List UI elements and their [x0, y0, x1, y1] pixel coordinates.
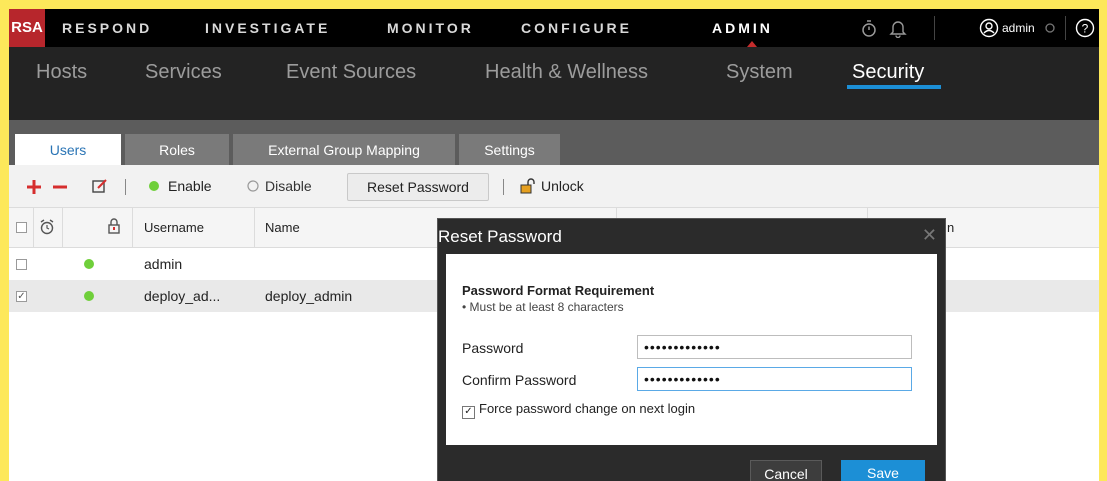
- column-divider: [33, 208, 34, 247]
- bell-icon[interactable]: [889, 18, 907, 38]
- users-toolbar: Enable Disable Reset Password Unlock: [9, 165, 1099, 207]
- select-all-checkbox[interactable]: [16, 222, 27, 233]
- unlock-icon: [520, 178, 535, 194]
- column-divider: [254, 208, 255, 247]
- row-checkbox[interactable]: [16, 259, 27, 270]
- unlock-button[interactable]: Unlock: [541, 165, 584, 207]
- nav-admin[interactable]: ADMIN: [712, 9, 773, 47]
- status-enabled-icon: [84, 291, 94, 301]
- nav-respond[interactable]: RESPOND: [62, 9, 152, 47]
- status-enabled-icon: [84, 259, 94, 269]
- timer-icon[interactable]: [861, 18, 877, 38]
- tab-external-group-mapping[interactable]: External Group Mapping: [233, 134, 455, 166]
- column-header-username[interactable]: Username: [144, 208, 204, 247]
- enable-button[interactable]: Enable: [168, 165, 212, 207]
- save-button[interactable]: Save: [841, 460, 925, 481]
- edit-icon[interactable]: [92, 178, 108, 194]
- subnav-system[interactable]: System: [726, 47, 793, 97]
- cell-username: admin: [144, 256, 183, 272]
- requirement-title: Password Format Requirement: [462, 283, 655, 298]
- tab-roles[interactable]: Roles: [125, 134, 229, 166]
- active-subnav-underline: [847, 85, 941, 89]
- disable-radio-icon: [247, 180, 259, 192]
- force-change-checkbox[interactable]: ✓: [462, 406, 475, 419]
- column-header-name[interactable]: Name: [265, 208, 300, 247]
- enable-dot-icon: [149, 181, 159, 191]
- subnav-security[interactable]: Security: [852, 47, 924, 97]
- subnav-event-sources[interactable]: Event Sources: [286, 47, 416, 97]
- lock-icon: [108, 218, 120, 234]
- add-icon[interactable]: [27, 180, 41, 194]
- help-icon[interactable]: ?: [1075, 18, 1095, 38]
- subnav-services[interactable]: Services: [145, 47, 222, 97]
- rsa-logo: RSA: [9, 9, 45, 47]
- nav-divider: [1065, 16, 1066, 40]
- nav-divider: [934, 16, 935, 40]
- nav-configure[interactable]: CONFIGURE: [521, 9, 632, 47]
- cell-username: deploy_ad...: [144, 288, 221, 304]
- user-menu-label[interactable]: admin: [1002, 9, 1035, 47]
- disable-button[interactable]: Disable: [265, 165, 312, 207]
- confirm-password-label: Confirm Password: [462, 372, 577, 388]
- user-icon[interactable]: [979, 18, 999, 38]
- column-header-partial[interactable]: n: [947, 208, 954, 247]
- cancel-button[interactable]: Cancel: [750, 460, 822, 481]
- tab-settings[interactable]: Settings: [459, 134, 560, 166]
- dialog-body: Password Format Requirement • Must be at…: [446, 254, 937, 445]
- confirm-password-field[interactable]: •••••••••••••: [637, 367, 912, 391]
- cell-name: deploy_admin: [265, 288, 353, 304]
- close-icon[interactable]: ✕: [922, 225, 937, 246]
- remove-icon[interactable]: [53, 180, 67, 194]
- top-nav: RSA RESPOND INVESTIGATE MONITOR CONFIGUR…: [9, 9, 1099, 47]
- reset-password-button[interactable]: Reset Password: [347, 173, 489, 201]
- password-label: Password: [462, 340, 524, 356]
- svg-text:?: ?: [1082, 22, 1089, 36]
- tab-users[interactable]: Users: [15, 134, 121, 166]
- chevron-down-icon[interactable]: [1044, 18, 1056, 38]
- security-tabs: Users Roles External Group Mapping Setti…: [9, 120, 1099, 166]
- nav-monitor[interactable]: MONITOR: [387, 9, 474, 47]
- reset-password-dialog: Reset Password ✕ Password Format Require…: [437, 218, 946, 481]
- subnav-hosts[interactable]: Hosts: [36, 47, 87, 97]
- force-change-option[interactable]: ✓ Force password change on next login: [462, 401, 695, 419]
- subnav-health-wellness[interactable]: Health & Wellness: [485, 47, 648, 97]
- requirement-text: • Must be at least 8 characters: [462, 300, 624, 314]
- alarm-clock-icon: [40, 219, 54, 235]
- dialog-title: Reset Password: [438, 227, 562, 246]
- password-field[interactable]: •••••••••••••: [637, 335, 912, 359]
- column-divider: [62, 208, 63, 247]
- admin-sub-nav: Hosts Services Event Sources Health & We…: [9, 47, 1099, 120]
- nav-investigate[interactable]: INVESTIGATE: [205, 9, 330, 47]
- row-checkbox-checked[interactable]: ✓: [16, 291, 27, 302]
- toolbar-separator: [503, 179, 504, 195]
- toolbar-separator: [125, 179, 126, 195]
- force-change-label: Force password change on next login: [479, 401, 696, 416]
- app-window: RSA RESPOND INVESTIGATE MONITOR CONFIGUR…: [9, 9, 1099, 481]
- column-divider: [132, 208, 133, 247]
